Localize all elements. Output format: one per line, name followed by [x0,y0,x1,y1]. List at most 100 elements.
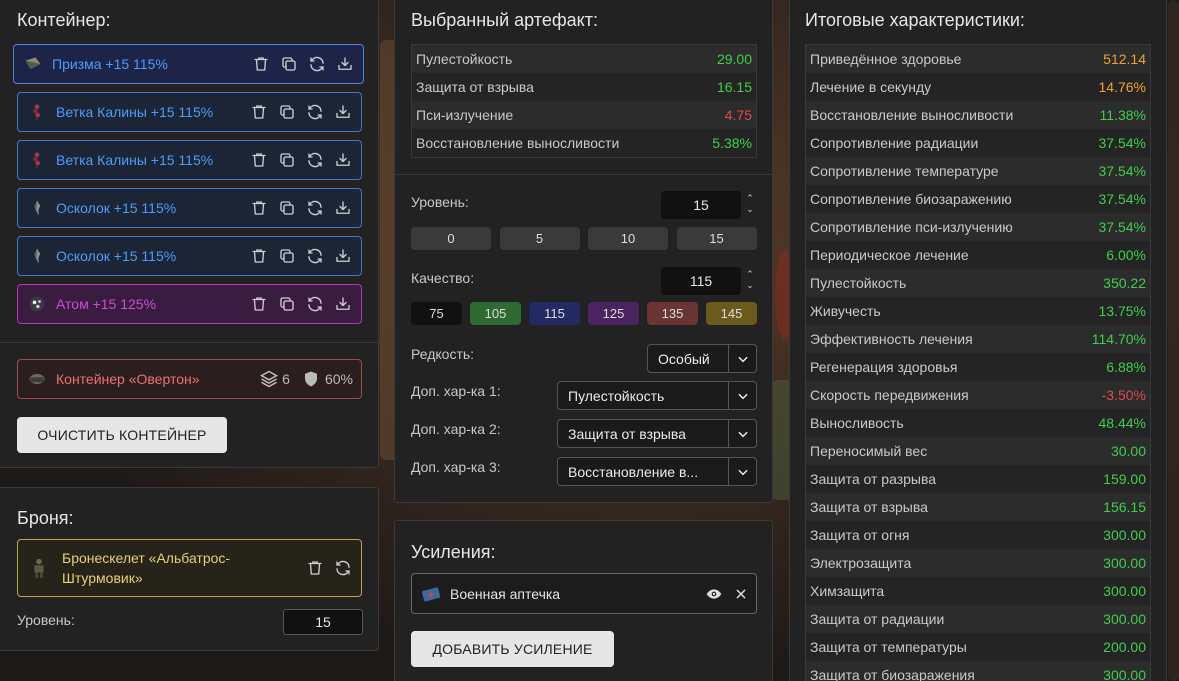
copy-icon[interactable] [276,150,297,171]
add-boost-button[interactable]: ДОБАВИТЬ УСИЛЕНИЕ [411,631,614,667]
download-icon[interactable] [332,198,353,219]
download-icon[interactable] [334,54,355,75]
swap-icon[interactable] [304,150,325,171]
level-preset-button[interactable]: 10 [588,227,668,250]
quality-preset-button[interactable]: 115 [529,302,580,325]
extra2-select[interactable]: Защита от взрыва [557,419,757,448]
swap-icon[interactable] [332,558,353,579]
shard-icon [26,197,48,219]
swap-icon[interactable] [304,198,325,219]
extra3-label: Доп. хар-ка 3: [411,459,501,475]
extra3-select[interactable]: Восстановление в... [557,457,757,486]
quality-preset-button[interactable]: 145 [706,302,757,325]
level-preset-button[interactable]: 5 [499,227,580,250]
level-preset-button[interactable]: 0 [411,227,491,250]
stat-name: Электрозащита [810,555,912,571]
quality-preset-button[interactable]: 135 [647,302,698,325]
quality-preset-button[interactable]: 125 [588,302,639,325]
trash-icon[interactable] [304,558,325,579]
swap-icon[interactable] [304,102,325,123]
copy-icon[interactable] [278,54,299,75]
boosts-panel: Усиления: Военная аптечка ДОБАВИТЬ УСИЛЕ… [394,520,773,681]
container-box-label: Контейнер «Овертон» [56,371,200,387]
artifact-level-input[interactable]: 15 [661,191,741,219]
extra1-value: Пулестойкость [568,387,665,404]
armor-item[interactable]: Бронескелет «Альбатрос-Штурмовик» [17,539,362,597]
viburnum-branch-icon [26,149,48,171]
stat-value: 156.15 [1103,499,1146,515]
stat-value: 114.70% [1091,331,1146,347]
stat-value: 37.54% [1098,219,1146,235]
trash-icon[interactable] [248,294,269,315]
level-preset-button[interactable]: 15 [676,227,757,250]
trash-icon[interactable] [250,54,271,75]
stat-value: 29.00 [716,51,752,67]
stat-value: 13.75% [1098,303,1146,319]
download-icon[interactable] [332,102,353,123]
stat-row: Эффективность лечения 114.70% [806,325,1150,353]
stat-name: Сопротивление пси-излучению [810,219,1013,235]
level-stepper[interactable]: ⌃ ⌄ [745,193,755,215]
stat-name: Защита от разрыва [810,471,937,487]
quality-preset-button[interactable]: 75 [411,302,462,325]
eye-icon[interactable] [706,586,722,602]
swap-icon[interactable] [304,294,325,315]
divider [395,174,774,175]
copy-icon[interactable] [276,246,297,267]
container-item[interactable]: Осколок +15 115% [17,188,362,228]
stat-value: 6.00% [1106,247,1146,263]
container-panel: Контейнер: Призма +15 115% Ветка Калины … [0,0,380,468]
clear-container-button[interactable]: ОЧИСТИТЬ КОНТЕЙНЕР [17,417,227,453]
stat-value: 159.00 [1103,471,1146,487]
artifact-quality-input[interactable]: 115 [661,267,741,295]
armor-level-input[interactable]: 15 [283,609,363,635]
rarity-select[interactable]: Особый [647,344,757,373]
stat-name: Пулестойкость [416,51,513,67]
container-item[interactable]: Осколок +15 115% [17,236,362,276]
chevron-down-icon [728,458,756,485]
copy-icon[interactable] [276,102,297,123]
stat-row: Защита от разрыва 159.00 [806,465,1150,493]
stat-row: Защита от взрыва 16.15 [412,73,756,101]
download-icon[interactable] [332,150,353,171]
artifact-quality-label: Качество: [411,270,475,286]
stat-name: Восстановление выносливости [810,107,1014,123]
download-icon[interactable] [332,294,353,315]
stat-name: Приведённое здоровье [810,51,962,67]
download-icon[interactable] [332,246,353,267]
stat-value: 16.15 [716,79,752,95]
trash-icon[interactable] [248,246,269,267]
quality-preset-button[interactable]: 105 [470,302,521,325]
extra1-select[interactable]: Пулестойкость [557,381,757,410]
extra2-label: Доп. хар-ка 2: [411,421,501,437]
stat-row: Защита от температуры 200.00 [806,633,1150,661]
trash-icon[interactable] [248,102,269,123]
boost-item[interactable]: Военная аптечка [411,573,757,614]
chevron-down-icon [728,420,756,447]
stat-name: Восстановление выносливости [416,135,620,151]
stat-row: Приведённое здоровье 512.14 [806,45,1150,73]
stat-row: Защита от взрыва 156.15 [806,493,1150,521]
swap-icon[interactable] [304,246,325,267]
stat-value: 512.14 [1103,51,1146,67]
stat-row: Сопротивление пси-излучению 37.54% [806,213,1150,241]
container-item[interactable]: Атом +15 125% [17,284,362,324]
copy-icon[interactable] [276,294,297,315]
swap-icon[interactable] [306,54,327,75]
container-item[interactable]: Призма +15 115% [13,44,364,84]
container-box[interactable]: Контейнер «Овертон» 6 60% [17,359,362,399]
trash-icon[interactable] [248,150,269,171]
stat-value: 300.00 [1103,667,1146,681]
container-item[interactable]: Ветка Калины +15 115% [17,92,362,132]
close-icon[interactable] [734,587,748,601]
armor-title: Броня: [17,508,74,528]
stat-row: Химзащита 300.00 [806,577,1150,605]
totals-title: Итоговые характеристики: [805,10,1025,30]
stat-row: Лечение в секунду 14.76% [806,73,1150,101]
artifact-panel: Выбранный артефакт: Пулестойкость 29.00 З… [394,0,774,503]
stat-value: 6.88% [1106,359,1146,375]
quality-stepper[interactable]: ⌃ ⌄ [745,269,755,291]
container-item[interactable]: Ветка Калины +15 115% [17,140,362,180]
trash-icon[interactable] [248,198,269,219]
copy-icon[interactable] [276,198,297,219]
